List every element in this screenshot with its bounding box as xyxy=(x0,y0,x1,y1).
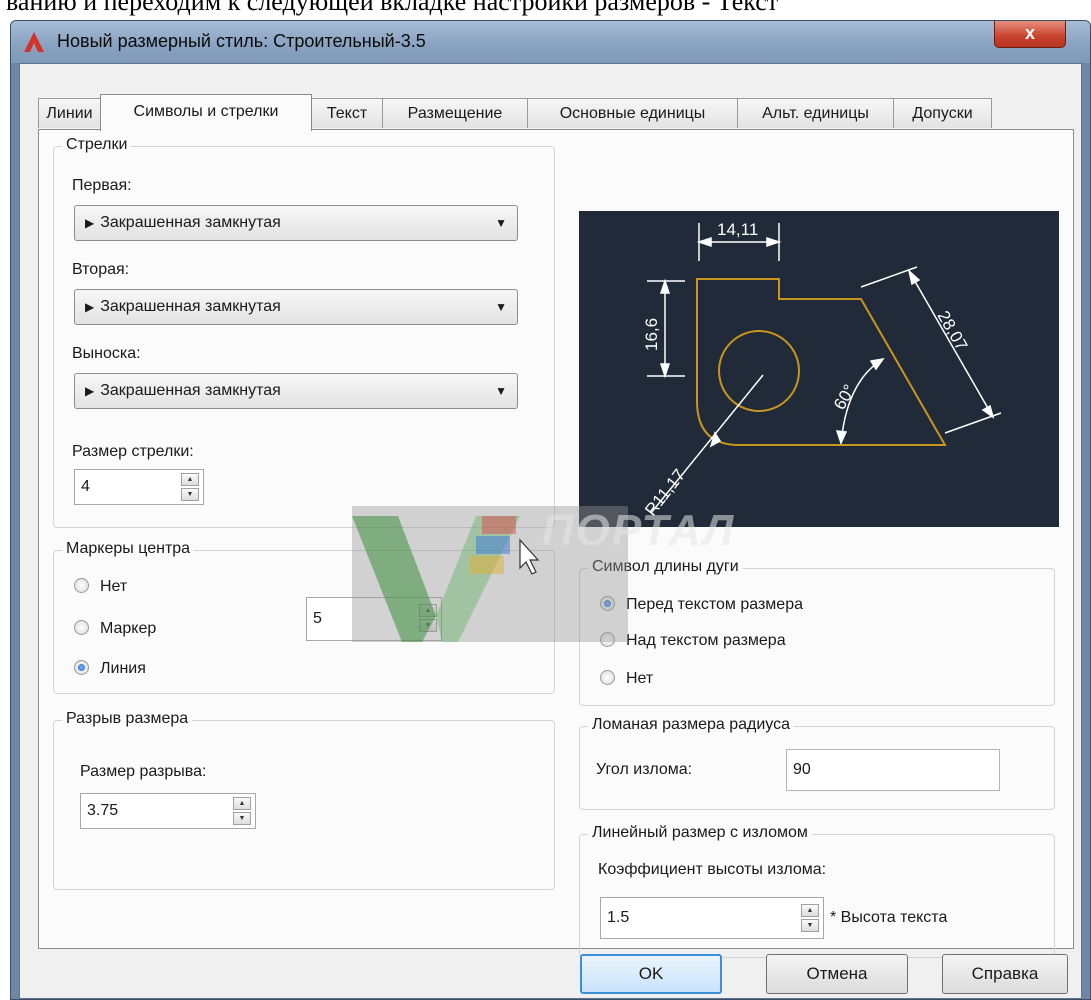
first-arrow-value: Закрашенная замкнутая xyxy=(100,214,281,231)
dropdown-arrow-icon: ▼ xyxy=(495,300,507,314)
close-button[interactable]: x xyxy=(994,21,1066,48)
arrow-size-label: Размер стрелки: xyxy=(72,443,194,460)
leader-arrow-dropdown[interactable]: ▶ Закрашенная замкнутая ▼ xyxy=(74,373,518,409)
preview-dim-left: 16,6 xyxy=(642,318,661,351)
jog-height-factor-value: 1.5 xyxy=(607,909,630,926)
arrow-size-value: 4 xyxy=(81,478,90,495)
spin-down-icon[interactable]: ▼ xyxy=(801,919,819,932)
arc-before-text-label: Перед текстом размера xyxy=(626,596,803,613)
radio-icon xyxy=(74,578,89,593)
jog-angle-label: Угол излома: xyxy=(596,761,693,778)
first-arrow-dropdown[interactable]: ▶ Закрашенная замкнутая ▼ xyxy=(74,205,518,241)
watermark-text: ПОРТАЛ xyxy=(542,506,736,555)
radio-icon xyxy=(74,620,89,635)
center-mark-mark-label: Маркер xyxy=(100,620,157,637)
break-size-label: Размер разрыва: xyxy=(80,763,207,780)
radio-icon xyxy=(600,670,615,685)
radius-jog-group: Ломаная размера радиуса Угол излома: 90 xyxy=(579,716,1055,810)
dimension-style-dialog: Новый размерный стиль: Строительный-3.5 … xyxy=(10,20,1091,1000)
dialog-title: Новый размерный стиль: Строительный-3.5 xyxy=(57,31,426,51)
arc-none-label: Нет xyxy=(626,670,654,687)
jog-angle-value: 90 xyxy=(793,761,811,778)
document-heading-fragment: ванию и переходим к следующей вкладке на… xyxy=(6,0,779,16)
jog-height-factor-label: Коэффициент высоты излома: xyxy=(598,861,827,878)
arc-before-text-radio[interactable]: Перед текстом размера xyxy=(600,595,803,615)
symbols-and-arrows-panel: Стрелки Первая: ▶ Закрашенная замкнутая ▼… xyxy=(38,129,1074,958)
second-arrow-value: Закрашенная замкнутая xyxy=(100,298,281,315)
center-mark-size-value: 5 xyxy=(313,610,322,627)
break-size-value: 3.75 xyxy=(87,802,119,819)
first-arrow-label: Первая: xyxy=(72,177,132,194)
dimension-break-title: Разрыв размера xyxy=(62,710,193,728)
tab-lines[interactable]: Линии xyxy=(38,98,101,128)
preview-dim-diag: 28,07 xyxy=(934,308,972,354)
tab-alternate-units[interactable]: Альт. единицы xyxy=(737,98,894,128)
radio-selected-icon xyxy=(74,660,89,675)
dialog-client-area: Линии Символы и стрелки Текст Размещение… xyxy=(19,63,1082,999)
autocad-app-icon xyxy=(24,32,44,52)
second-arrow-label: Вторая: xyxy=(72,261,130,278)
tab-symbols-and-arrows[interactable]: Символы и стрелки xyxy=(100,94,312,131)
center-mark-none-label: Нет xyxy=(100,578,128,595)
dropdown-arrow-icon: ▼ xyxy=(495,216,507,230)
arc-above-text-label: Над текстом размера xyxy=(626,632,786,649)
dropdown-arrow-icon: ▼ xyxy=(495,384,507,398)
jog-angle-input[interactable]: 90 xyxy=(786,749,1000,791)
preview-dim-angle: 60° xyxy=(830,381,859,413)
closed-filled-arrow-icon: ▶ xyxy=(85,384,95,398)
tab-primary-units[interactable]: Основные единицы xyxy=(527,98,738,128)
preview-drawing: 14,11 16,6 28,07 60° R11,17 xyxy=(641,220,1002,519)
spin-up-icon[interactable]: ▲ xyxy=(801,904,819,917)
radius-jog-title: Ломаная размера радиуса xyxy=(588,716,795,734)
leader-arrow-value: Закрашенная замкнутая xyxy=(100,382,281,399)
spin-up-icon[interactable]: ▲ xyxy=(181,473,199,486)
leader-arrow-label: Выноска: xyxy=(72,345,141,362)
center-marks-title: Маркеры центра xyxy=(62,540,195,558)
cancel-button[interactable]: Отмена xyxy=(766,954,908,994)
title-bar[interactable]: Новый размерный стиль: Строительный-3.5 … xyxy=(11,21,1090,63)
ok-button[interactable]: OK xyxy=(580,954,722,994)
center-mark-line-label: Линия xyxy=(100,660,146,677)
arrowheads-title: Стрелки xyxy=(62,136,132,154)
tab-text[interactable]: Текст xyxy=(311,98,383,128)
spin-down-icon[interactable]: ▼ xyxy=(233,812,251,825)
center-mark-line-radio[interactable]: Линия xyxy=(74,659,146,679)
linear-jog-group: Линейный размер с изломом Коэффициент вы… xyxy=(579,824,1055,958)
arc-length-symbol-group: Символ длины дуги Перед текстом размера … xyxy=(579,558,1055,706)
tab-tolerances[interactable]: Допуски xyxy=(893,98,992,128)
help-button[interactable]: Справка xyxy=(942,954,1068,994)
arrow-size-spinner[interactable]: 4 ▲ ▼ xyxy=(74,469,204,505)
second-arrow-dropdown[interactable]: ▶ Закрашенная замкнутая ▼ xyxy=(74,289,518,325)
portal-watermark: ПОРТАЛ xyxy=(352,506,733,642)
dimension-break-group: Разрыв размера Размер разрыва: 3.75 ▲ ▼ xyxy=(53,710,555,890)
tab-fit[interactable]: Размещение xyxy=(382,98,528,128)
jog-height-factor-spinner[interactable]: 1.5 ▲ ▼ xyxy=(600,897,824,939)
close-icon: x xyxy=(1024,23,1035,43)
text-height-suffix: * Высота текста xyxy=(830,909,948,926)
center-mark-mark-radio[interactable]: Маркер xyxy=(74,619,156,639)
arc-none-radio[interactable]: Нет xyxy=(600,669,653,689)
spin-up-icon[interactable]: ▲ xyxy=(233,797,251,810)
break-size-spinner[interactable]: 3.75 ▲ ▼ xyxy=(80,793,256,829)
spin-down-icon[interactable]: ▼ xyxy=(181,488,199,501)
dimension-preview: 14,11 16,6 28,07 60° R11,17 xyxy=(579,211,1059,527)
closed-filled-arrow-icon: ▶ xyxy=(85,216,95,230)
arrowheads-group: Стрелки Первая: ▶ Закрашенная замкнутая ▼… xyxy=(53,136,555,528)
preview-dim-top: 14,11 xyxy=(717,220,758,239)
linear-jog-title: Линейный размер с изломом xyxy=(588,824,812,842)
closed-filled-arrow-icon: ▶ xyxy=(85,300,95,314)
center-mark-none-radio[interactable]: Нет xyxy=(74,577,127,597)
